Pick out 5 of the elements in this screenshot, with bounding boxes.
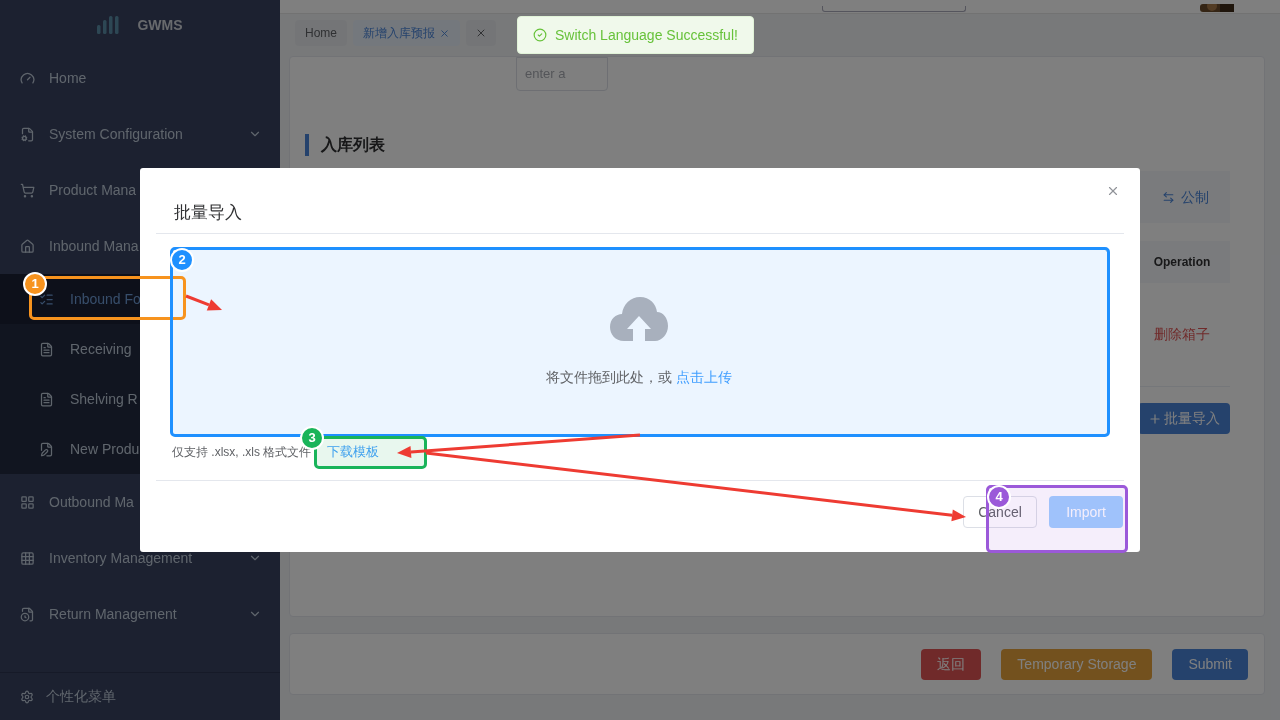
dialog-title: 批量导入 <box>173 201 242 224</box>
success-toast: Switch Language Successful! <box>517 16 754 54</box>
section-title: 入库列表 <box>321 135 385 155</box>
dropzone-text: 将文件拖到此处，或 点击上传 <box>546 367 732 387</box>
app-logo-text: GWMS <box>137 15 183 35</box>
